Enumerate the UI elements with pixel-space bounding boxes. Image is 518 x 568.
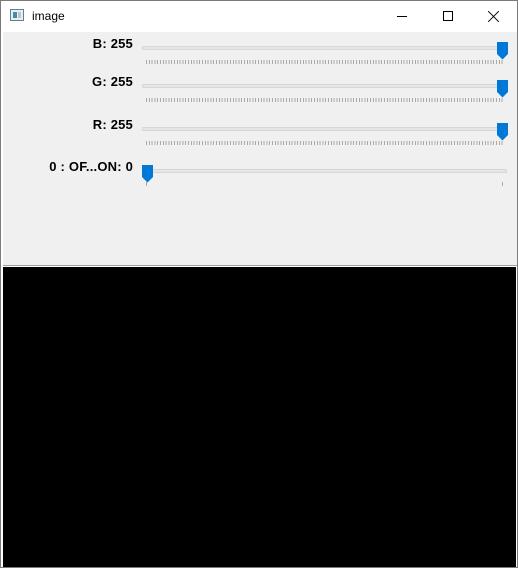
image-window: image B: 255 G: 255 R: 255 0: OF...ON: … [0,0,518,568]
trackbar-switch-label: 0 : OF...ON: 0 [49,159,133,174]
trackbar-r-thumb[interactable] [497,123,508,141]
trackbar-r-ticks [146,141,503,145]
trackbar-switch-tick-end [502,182,503,186]
window-title: image [32,9,65,23]
trackbar-b: B: 255 [3,36,517,76]
trackbar-r-track[interactable] [142,127,507,131]
trackbar-b-label: B: 255 [92,36,133,51]
trackbar-g-thumb[interactable] [497,80,508,98]
trackbar-switch: 0 : OF...ON: 0 [3,159,517,199]
image-display [3,267,516,567]
trackbar-panel: B: 255 G: 255 R: 255 0 : OF...ON: 0 [3,32,517,266]
minimize-icon [397,15,407,17]
trackbar-b-track[interactable] [142,46,507,50]
title-bar[interactable]: image [1,1,517,31]
trackbar-switch-thumb[interactable] [142,165,153,183]
trackbar-g: G: 255 [3,74,517,114]
maximize-icon [443,11,453,21]
trackbar-g-label: G: 255 [92,74,133,89]
close-button[interactable] [471,1,517,31]
trackbar-b-thumb[interactable] [497,42,508,60]
trackbar-g-ticks [146,98,503,102]
trackbar-r: R: 255 [3,117,517,157]
trackbar-switch-track[interactable] [142,169,507,173]
maximize-button[interactable] [425,1,471,31]
minimize-button[interactable] [379,1,425,31]
close-icon [488,10,500,22]
trackbar-g-track[interactable] [142,84,507,88]
trackbar-b-ticks [146,60,503,64]
trackbar-r-label: R: 255 [92,117,133,132]
app-icon [10,9,24,21]
